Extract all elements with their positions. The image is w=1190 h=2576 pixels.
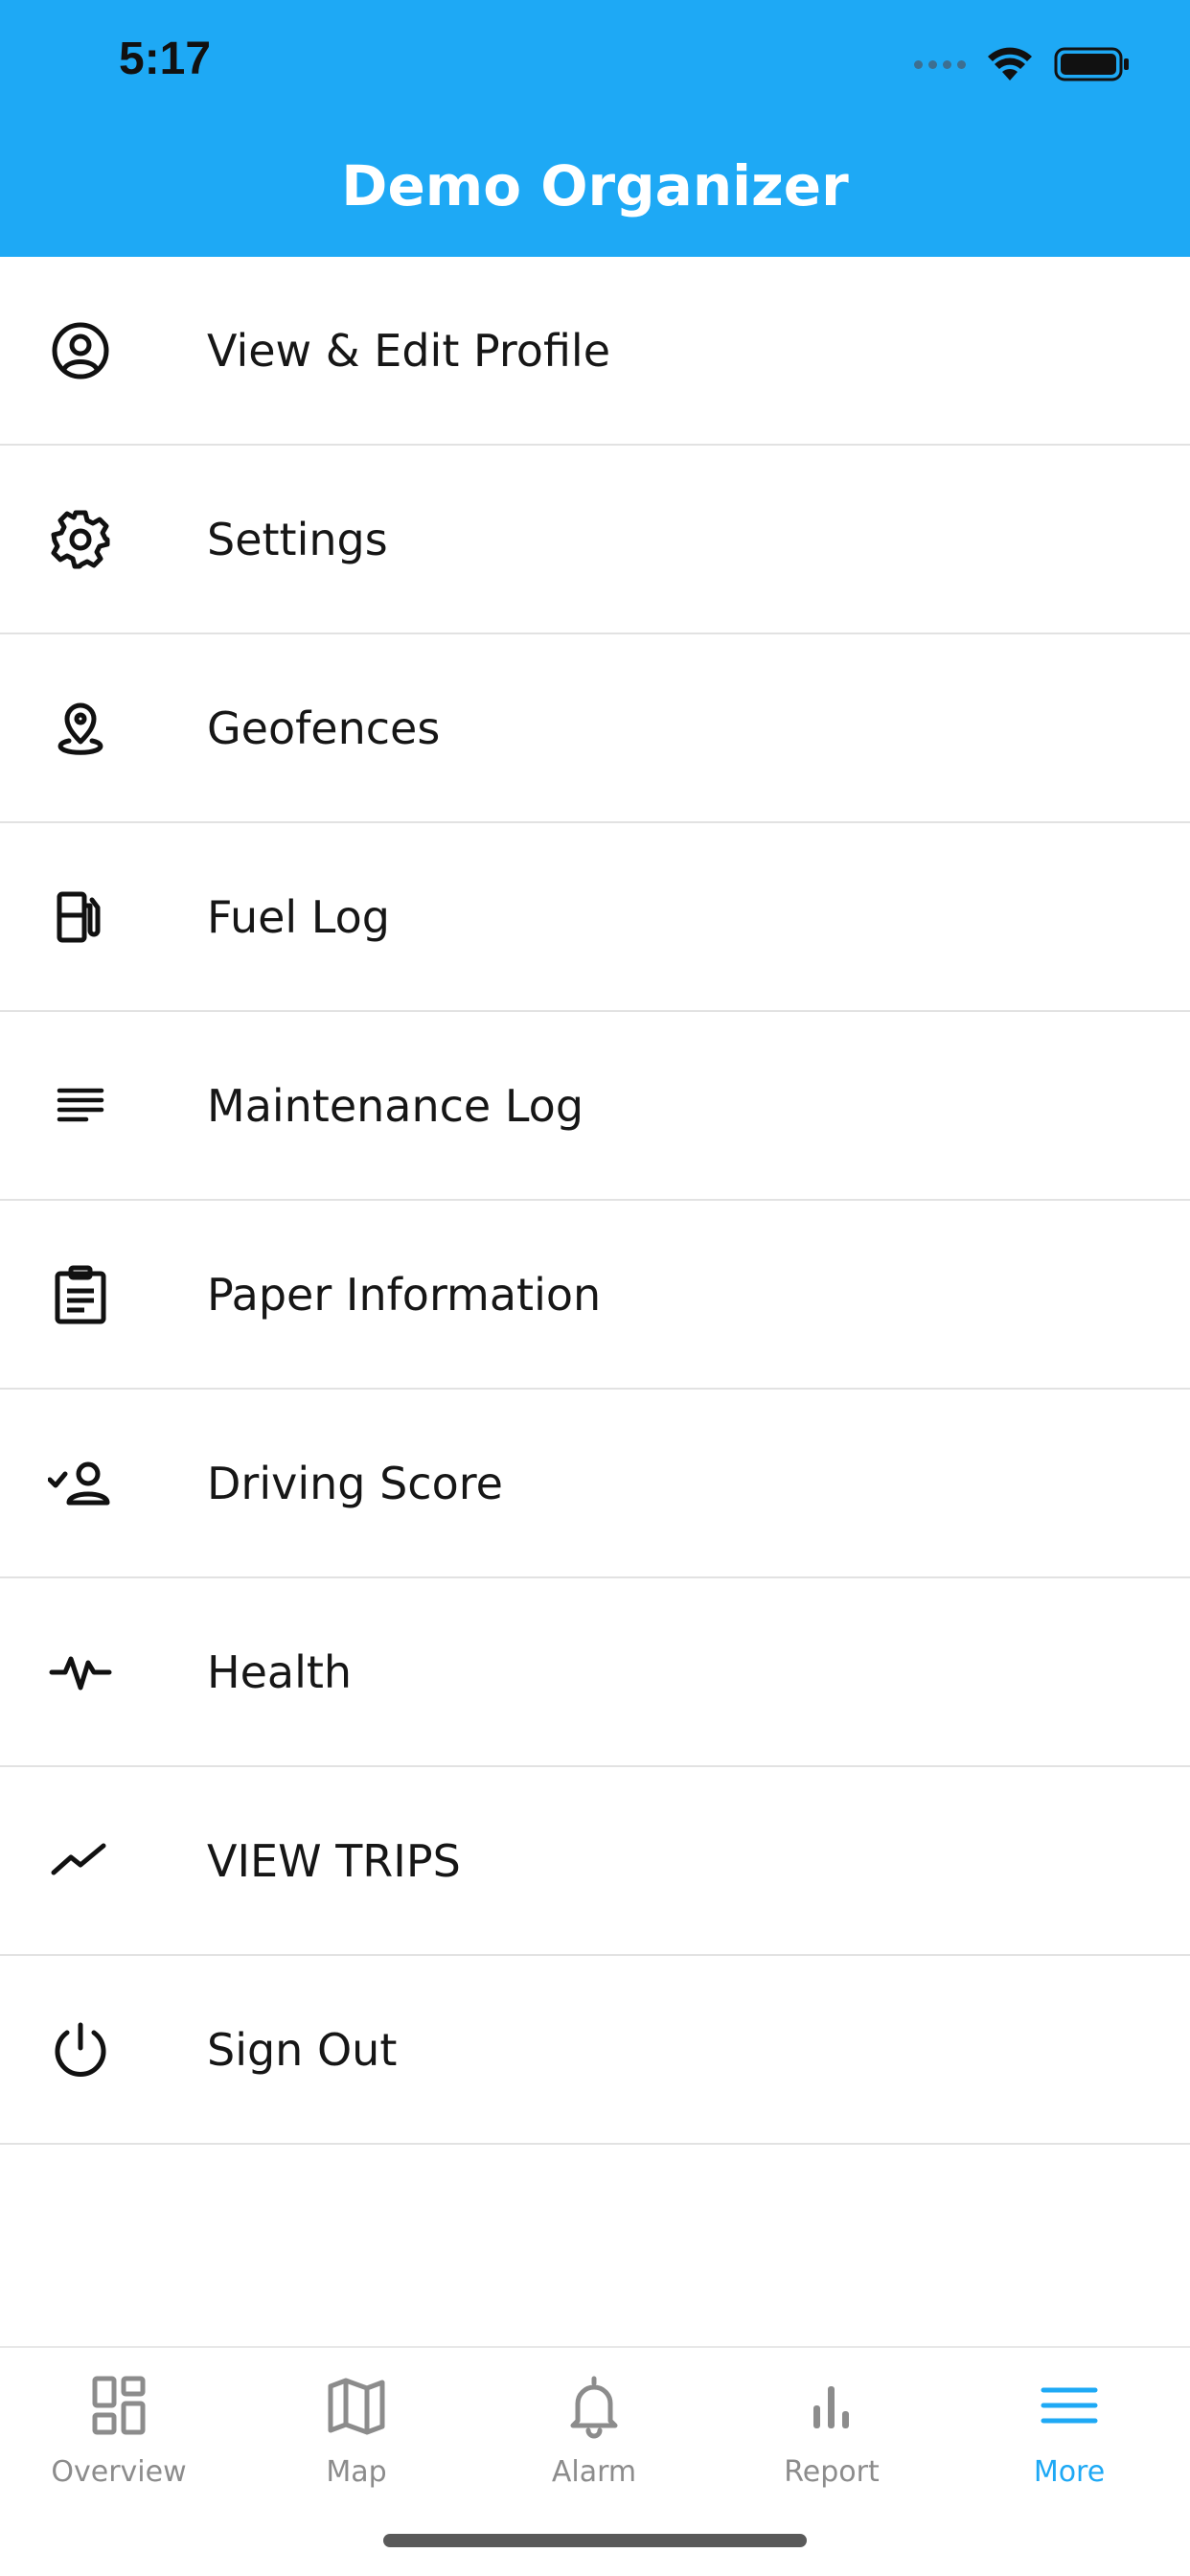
menu-item-maintenance-log[interactable]: Maintenance Log	[0, 1012, 1190, 1201]
tab-label: More	[1033, 2455, 1106, 2489]
home-indicator[interactable]	[383, 2534, 807, 2547]
profile-icon	[48, 318, 113, 383]
bell-icon	[561, 2373, 628, 2440]
menu-item-health[interactable]: Health	[0, 1578, 1190, 1767]
menu-item-label: Maintenance Log	[207, 1079, 584, 1132]
menu-item-fuel-log[interactable]: Fuel Log	[0, 823, 1190, 1012]
menu-item-label: Paper Information	[207, 1268, 602, 1321]
fuel-pump-icon	[48, 885, 113, 950]
menu-item-driving-score[interactable]: Driving Score	[0, 1390, 1190, 1578]
more-menu: View & Edit Profile Settings Geofences F…	[0, 257, 1190, 2145]
tab-alarm[interactable]: Alarm	[475, 2348, 713, 2511]
menu-item-label: Driving Score	[207, 1457, 503, 1509]
tab-label: Alarm	[551, 2455, 637, 2489]
menu-item-sign-out[interactable]: Sign Out	[0, 1956, 1190, 2145]
wifi-icon	[988, 47, 1032, 80]
status-icons	[914, 42, 1131, 86]
tab-overview[interactable]: Overview	[0, 2348, 238, 2511]
menu-item-label: Sign Out	[207, 2023, 398, 2076]
menu-item-label: Health	[207, 1645, 353, 1698]
menu-item-view-edit-profile[interactable]: View & Edit Profile	[0, 257, 1190, 446]
heartbeat-icon	[48, 1640, 113, 1705]
menu-item-view-trips[interactable]: VIEW TRIPS	[0, 1767, 1190, 1956]
gear-icon	[48, 507, 113, 572]
tab-label: Report	[784, 2455, 880, 2489]
user-check-icon	[48, 1451, 113, 1516]
page-title: Demo Organizer	[341, 153, 849, 218]
app-header: 5:17 Demo Organizer	[0, 0, 1190, 257]
clipboard-icon	[48, 1262, 113, 1327]
status-time: 5:17	[119, 34, 212, 84]
tab-map[interactable]: Map	[238, 2348, 475, 2511]
menu-item-label: Fuel Log	[207, 890, 390, 943]
map-icon	[323, 2373, 390, 2440]
battery-icon	[1054, 47, 1129, 81]
tab-label: Map	[326, 2455, 387, 2489]
tab-report[interactable]: Report	[713, 2348, 950, 2511]
bar-chart-icon	[798, 2373, 865, 2440]
menu-item-label: Settings	[207, 513, 388, 565]
hamburger-menu-icon	[1036, 2373, 1103, 2440]
dashboard-icon	[85, 2373, 152, 2440]
menu-item-settings[interactable]: Settings	[0, 446, 1190, 634]
menu-item-label: Geofences	[207, 702, 441, 754]
cellular-signal-icon	[914, 59, 966, 69]
menu-item-geofences[interactable]: Geofences	[0, 634, 1190, 823]
menu-item-label: View & Edit Profile	[207, 324, 611, 377]
notes-lines-icon	[48, 1073, 113, 1138]
power-icon	[48, 2017, 113, 2082]
tab-more[interactable]: More	[950, 2348, 1188, 2511]
menu-item-label: VIEW TRIPS	[207, 1834, 461, 1887]
location-pin-icon	[48, 696, 113, 761]
trend-line-icon	[48, 1828, 113, 1894]
menu-item-paper-information[interactable]: Paper Information	[0, 1201, 1190, 1390]
tab-label: Overview	[51, 2455, 187, 2489]
